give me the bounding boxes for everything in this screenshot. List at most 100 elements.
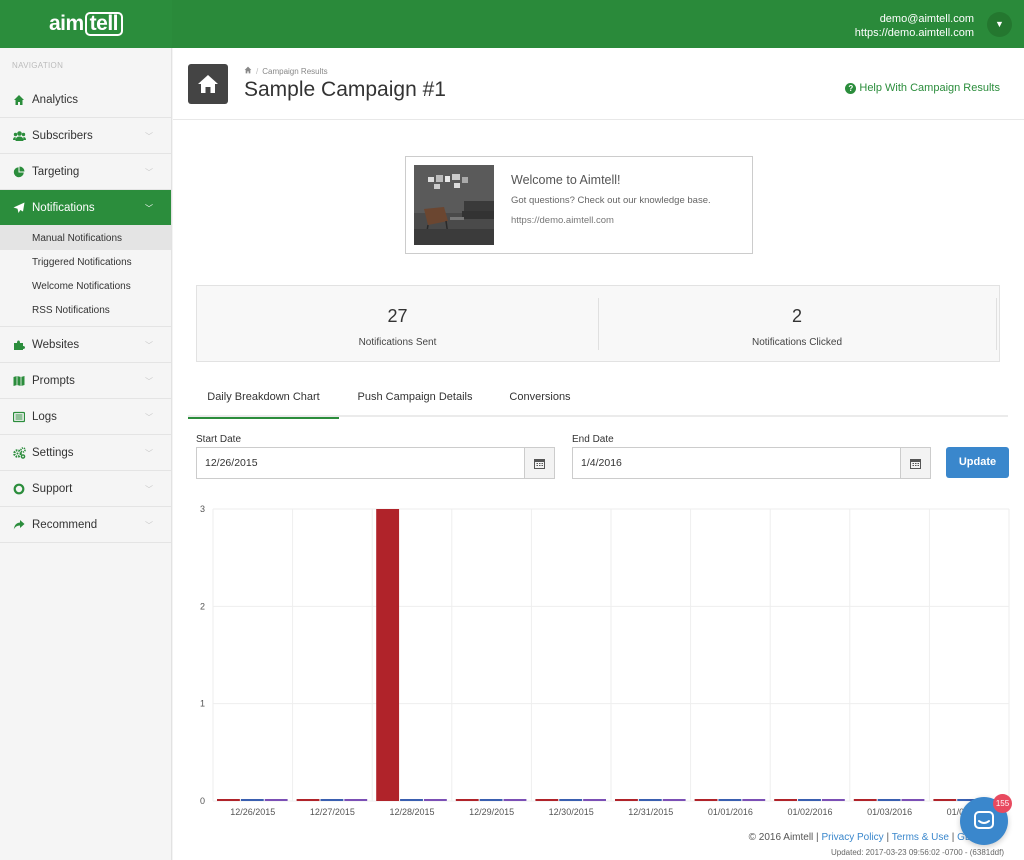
chart-bar (718, 799, 742, 801)
submenu-item-manual[interactable]: Manual Notifications (0, 226, 171, 250)
end-date-label: End Date (572, 434, 614, 445)
submenu-item-triggered[interactable]: Triggered Notifications (0, 250, 171, 274)
page-title: Sample Campaign #1 (244, 78, 446, 101)
privacy-policy-link[interactable]: Privacy Policy (821, 832, 883, 843)
nav-heading: NAVIGATION (12, 61, 64, 70)
x-tick-label: 12/31/2015 (628, 807, 673, 817)
sidebar-item-label: Targeting (32, 165, 80, 178)
x-tick-label: 12/28/2015 (389, 807, 434, 817)
stat-divider (996, 298, 997, 350)
start-date-input[interactable]: 12/26/2015 (196, 447, 526, 479)
chart-bar (320, 799, 344, 801)
footer-separator: | (951, 832, 955, 843)
stat-label: Notifications Clicked (751, 337, 843, 348)
user-menu-button[interactable]: ▼ (987, 12, 1012, 37)
sidebar-item-prompts[interactable]: Prompts ﹀ (0, 363, 171, 399)
end-date-calendar-button[interactable] (900, 447, 931, 479)
chart-bar (615, 799, 638, 801)
breadcrumb: / Campaign Results (244, 66, 328, 76)
sidebar-item-websites[interactable]: Websites ﹀ (0, 327, 171, 363)
breadcrumb-current: Campaign Results (262, 66, 328, 76)
footer-updated: Updated: 2017-03-23 09:56:02 -0700 - (63… (830, 848, 1004, 857)
sidebar-item-label: Support (32, 482, 73, 495)
sidebar-item-label: Logs (32, 410, 57, 423)
caret-down-icon: ▼ (995, 19, 1004, 29)
chart-bar (662, 799, 686, 801)
sidebar-item-support[interactable]: Support ﹀ (0, 471, 171, 507)
chart-bar (877, 799, 901, 801)
welcome-title: Welcome to Aimtell! (511, 173, 621, 187)
gears-icon (12, 446, 26, 460)
sidebar-item-notifications[interactable]: Notifications ﹀ (0, 190, 171, 226)
question-circle-icon: ? (845, 82, 857, 94)
tab-conversions[interactable]: Conversions (500, 381, 580, 417)
chevron-down-icon: ﹀ (145, 413, 153, 422)
logo-suffix: tell (84, 12, 124, 36)
puzzle-icon (12, 338, 26, 352)
calendar-icon (910, 458, 921, 469)
logo[interactable]: aim tell (0, 0, 172, 48)
sidebar-item-subscribers[interactable]: Subscribers ﹀ (0, 118, 171, 154)
breadcrumb-home-icon[interactable] (244, 66, 252, 76)
footer-copyright: © 2016 Aimtell | (748, 832, 819, 843)
pie-chart-icon (12, 165, 26, 179)
sidebar-item-logs[interactable]: Logs ﹀ (0, 399, 171, 435)
chart-bar (264, 799, 288, 801)
chart-bar (742, 799, 766, 801)
chat-icon (974, 811, 994, 829)
submenu-item-rss[interactable]: RSS Notifications (0, 298, 171, 322)
terms-link[interactable]: Terms & Use (892, 832, 949, 843)
sidebar-item-recommend[interactable]: Recommend ﹀ (0, 507, 171, 543)
footer-separator: | (886, 832, 890, 843)
chevron-down-icon: ﹀ (145, 449, 153, 458)
end-date-input[interactable]: 1/4/2016 (572, 447, 902, 479)
sidebar-item-label: Subscribers (32, 129, 93, 142)
chart-bar (479, 799, 503, 801)
welcome-card: Welcome to Aimtell! Got questions? Check… (405, 156, 753, 254)
chevron-down-icon: ﹀ (145, 132, 153, 141)
chart-bar (296, 799, 320, 801)
chart-bar (503, 799, 527, 801)
sidebar-item-label: Prompts (32, 374, 75, 387)
help-link-label: Help With Campaign Results (859, 82, 1000, 94)
chevron-down-icon: ﹀ (145, 341, 153, 350)
sidebar-item-settings[interactable]: Settings ﹀ (0, 435, 171, 471)
sidebar-item-analytics[interactable]: Analytics (0, 82, 171, 118)
sidebar-item-targeting[interactable]: Targeting ﹀ (0, 154, 171, 190)
home-icon (198, 75, 218, 93)
chart-bar (344, 799, 368, 801)
life-ring-icon (12, 482, 26, 496)
y-tick-label: 0 (200, 796, 205, 806)
chat-unread-badge: 155 (993, 794, 1012, 813)
stat-notifications-clicked: 2 Notifications Clicked (598, 286, 996, 363)
update-button[interactable]: Update (946, 447, 1009, 478)
sidebar-item-label: Settings (32, 446, 74, 459)
sidebar-item-label: Recommend (32, 518, 98, 531)
submenu-item-welcome[interactable]: Welcome Notifications (0, 274, 171, 298)
chart-bar (423, 799, 447, 801)
stat-label: Notifications Sent (358, 337, 437, 348)
sidebar-item-label: Websites (32, 338, 80, 351)
x-tick-label: 01/01/2016 (708, 807, 753, 817)
x-tick-label: 12/26/2015 (230, 807, 275, 817)
x-tick-label: 12/27/2015 (310, 807, 355, 817)
chart-bar (798, 799, 821, 801)
stat-value: 2 (791, 306, 802, 326)
home-tile (188, 64, 228, 104)
chart-bar (217, 799, 240, 801)
notifications-submenu: Manual Notifications Triggered Notificat… (0, 226, 171, 327)
chart-bar (933, 799, 957, 801)
tab-push-campaign-details[interactable]: Push Campaign Details (350, 381, 480, 417)
help-link[interactable]: ? Help With Campaign Results (845, 82, 1000, 94)
chart-bar (901, 799, 925, 801)
y-tick-label: 1 (200, 699, 205, 709)
sidebar-item-label: Notifications (32, 201, 95, 214)
main-content: / Campaign Results Sample Campaign #1 ? … (173, 48, 1024, 860)
sidebar: NAVIGATION Analytics Subscribers ﹀ Targe… (0, 48, 172, 860)
tab-daily-breakdown-chart[interactable]: Daily Breakdown Chart (188, 381, 339, 419)
chevron-down-icon: ﹀ (145, 168, 153, 177)
start-date-calendar-button[interactable] (524, 447, 555, 479)
chart-bar (694, 799, 718, 801)
page-header: / Campaign Results Sample Campaign #1 ? … (173, 48, 1024, 120)
chevron-down-icon: ﹀ (145, 485, 153, 494)
